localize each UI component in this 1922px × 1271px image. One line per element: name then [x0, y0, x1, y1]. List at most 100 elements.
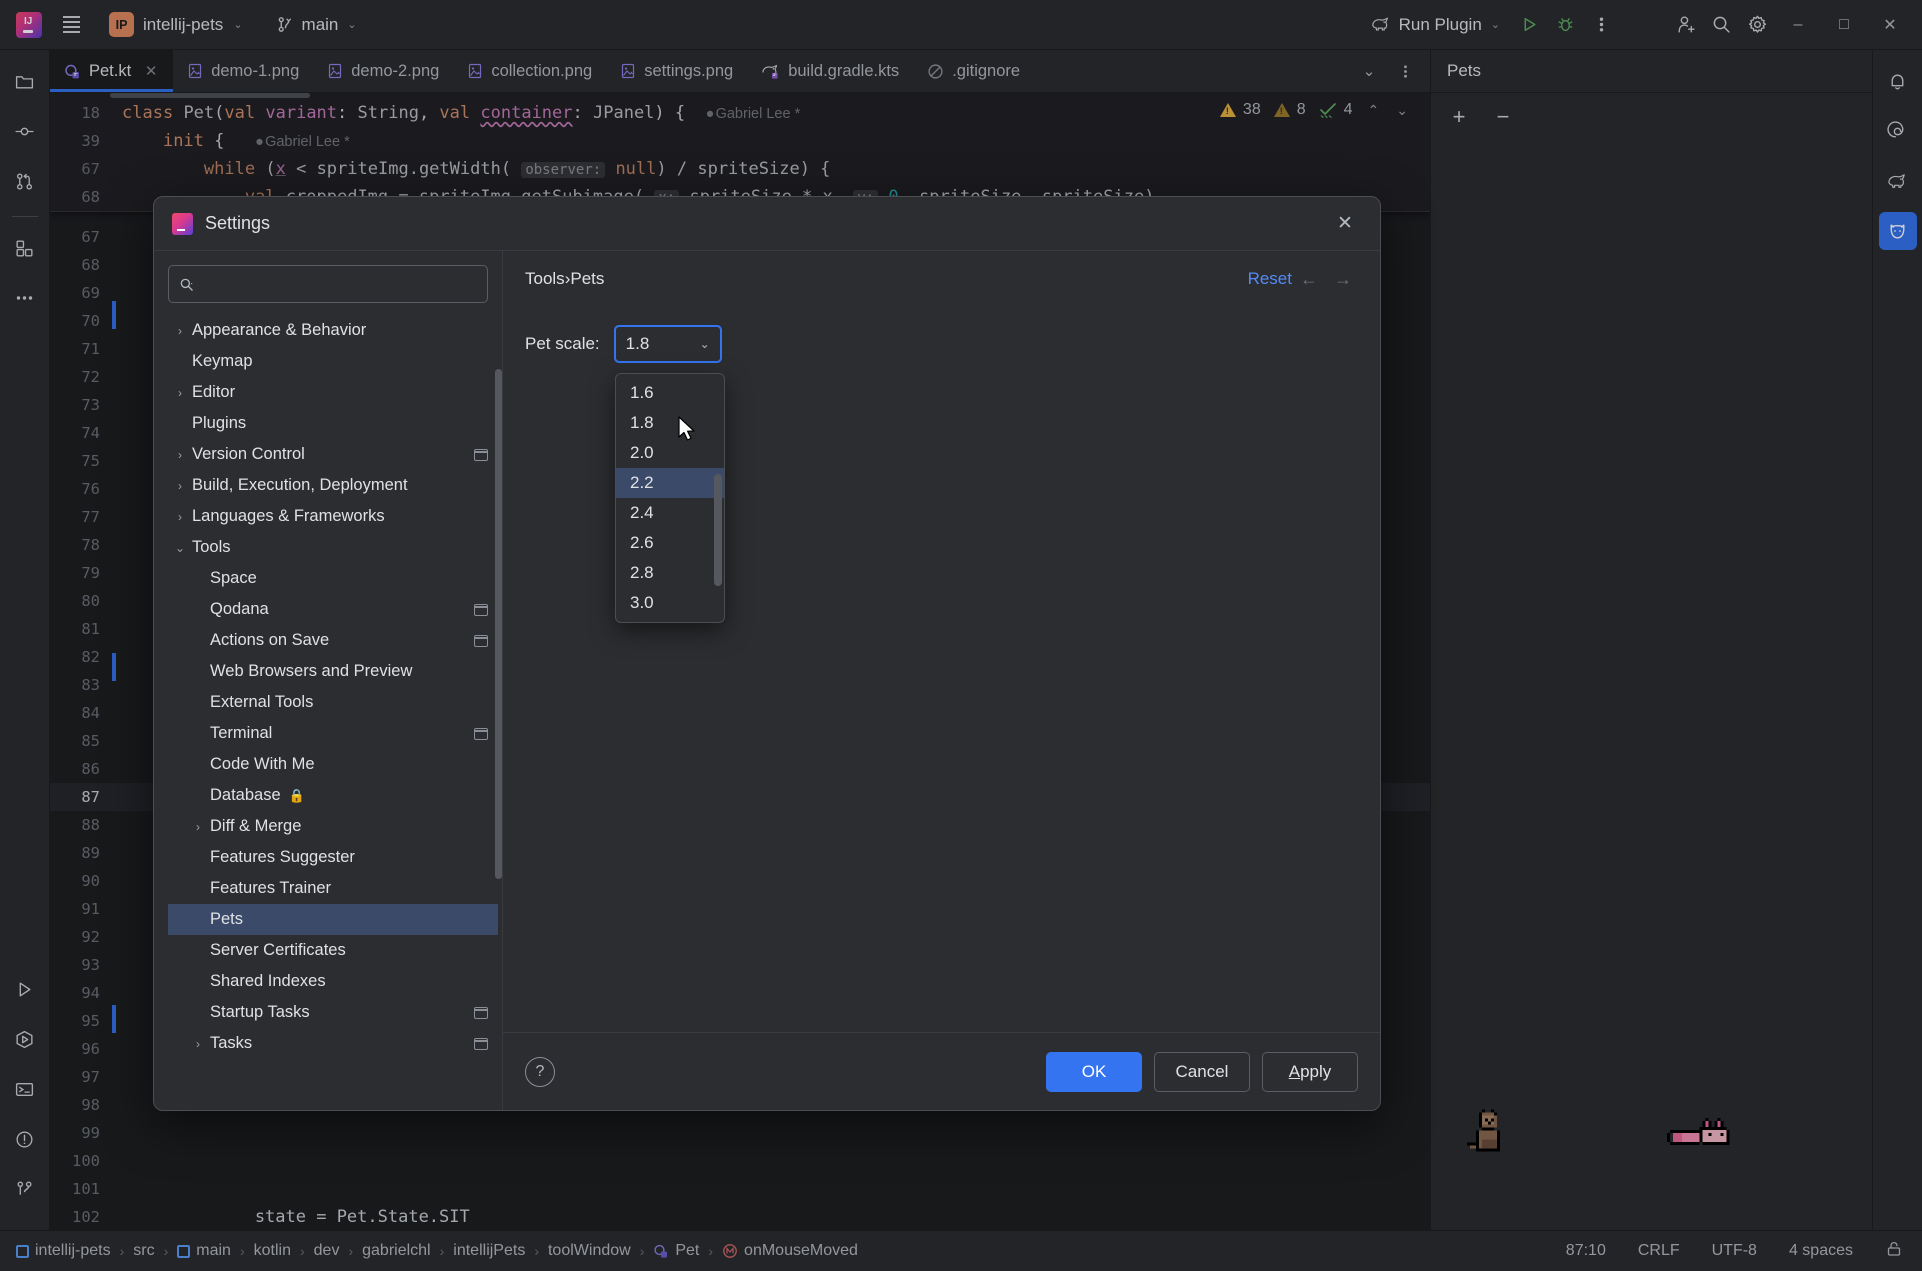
pet-scale-option-2-2[interactable]: 2.2	[616, 468, 724, 498]
settings-tree-item-qodana[interactable]: Qodana	[168, 594, 498, 625]
close-icon[interactable]: ✕	[1328, 207, 1362, 241]
chevron-right-icon: ›	[178, 385, 182, 400]
project-level-setting-icon	[474, 1037, 488, 1050]
pet-scale-label: Pet scale:	[525, 334, 600, 353]
search-input[interactable]	[202, 275, 477, 293]
settings-tree-item-actions-on-save[interactable]: Actions on Save	[168, 625, 498, 656]
settings-tree-item-label: Code With Me	[210, 755, 315, 773]
settings-tree-item-pets[interactable]: Pets	[168, 904, 498, 935]
project-level-setting-icon	[474, 448, 488, 461]
breadcrumb-current: Pets	[570, 269, 605, 288]
search-icon	[180, 278, 193, 291]
settings-dialog: Settings ✕ › Appearance & Behavior Keymap ›…	[153, 196, 1381, 1111]
settings-tree-item-code-with-me[interactable]: Code With Me	[168, 749, 498, 780]
settings-tree-item-label: Startup Tasks	[210, 1003, 310, 1021]
settings-tree-item-label: Terminal	[210, 724, 273, 742]
dialog-title-bar: Settings ✕	[154, 197, 1380, 251]
dialog-body: › Appearance & Behavior Keymap › Editor Plugi…	[154, 251, 1380, 1110]
help-button[interactable]: ?	[525, 1056, 555, 1087]
settings-tree-item-label: Shared Indexes	[210, 972, 326, 990]
settings-tree-item-diff-merge[interactable]: › Diff & Merge	[168, 811, 498, 842]
chevron-right-icon: ›	[196, 1036, 200, 1051]
settings-tree-item-features-suggester[interactable]: Features Suggester	[168, 842, 498, 873]
dropdown-scrollbar[interactable]	[714, 474, 722, 586]
dialog-title: Settings	[205, 213, 271, 233]
settings-tree-item-database[interactable]: Database 🔒	[168, 780, 498, 811]
settings-tree-item-label: Web Browsers and Preview	[210, 662, 413, 680]
settings-tree-item-version-control[interactable]: › Version Control	[168, 439, 498, 470]
settings-tree-item-build-execution-deployment[interactable]: › Build, Execution, Deployment	[168, 470, 498, 501]
tree-scrollbar[interactable]	[495, 369, 502, 879]
settings-tree-item-editor[interactable]: › Editor	[168, 377, 498, 408]
pet-scale-option-2-4[interactable]: 2.4	[616, 498, 724, 528]
apply-label-first-letter: A	[1288, 1061, 1301, 1081]
settings-tree-item-plugins[interactable]: Plugins	[168, 408, 498, 439]
chevron-right-icon: ›	[178, 478, 182, 493]
chevron-right-icon: ›	[178, 323, 182, 338]
chevron-down-icon: ⌄	[699, 337, 710, 351]
pet-scale-dropdown[interactable]: 1.6 1.8 2.0 2.2 2.4 2.6 2.8 3.0	[615, 373, 725, 623]
settings-tree[interactable]: › Appearance & Behavior Keymap › Editor Plugi…	[168, 315, 502, 1110]
settings-tree-item-external-tools[interactable]: External Tools	[168, 687, 498, 718]
reset-link[interactable]: Reset	[1248, 269, 1292, 289]
settings-tree-item-label: Version Control	[192, 445, 305, 463]
settings-tree-item-label: Pets	[210, 910, 244, 928]
project-level-setting-icon	[474, 634, 488, 647]
settings-tree-item-terminal[interactable]: Terminal	[168, 718, 498, 749]
chevron-right-icon: ›	[178, 509, 182, 524]
dialog-footer: ? OK Cancel Apply	[503, 1032, 1380, 1110]
ok-button[interactable]: OK	[1046, 1051, 1142, 1092]
settings-tree-panel: › Appearance & Behavior Keymap › Editor Plugi…	[154, 251, 502, 1110]
settings-tree-item-label: Server Certificates	[210, 941, 346, 959]
settings-tree-item-label: External Tools	[210, 693, 314, 711]
pet-scale-option-2-6[interactable]: 2.6	[616, 528, 724, 558]
settings-tree-item-server-certificates[interactable]: Server Certificates	[168, 935, 498, 966]
settings-tree-item-label: Actions on Save	[210, 631, 330, 649]
settings-tree-item-keymap[interactable]: Keymap	[168, 346, 498, 377]
apply-label-rest: pply	[1300, 1061, 1332, 1081]
pet-scale-option-1-8[interactable]: 1.8	[616, 408, 724, 438]
chevron-right-icon: ›	[178, 447, 182, 462]
nav-forward-button[interactable]: →	[1326, 269, 1360, 290]
settings-detail-panel: Tools › Pets Reset ← → Pet scale: 1.8 ⌄	[502, 251, 1380, 1110]
intellij-logo-icon	[172, 212, 193, 235]
settings-tree-item-features-trainer[interactable]: Features Trainer	[168, 873, 498, 904]
settings-tree-item-web-browsers-and-preview[interactable]: Web Browsers and Preview	[168, 656, 498, 687]
apply-button[interactable]: Apply	[1262, 1051, 1358, 1092]
settings-tree-item-label: Features Trainer	[210, 879, 332, 897]
settings-tree-item-label: Tools	[192, 538, 231, 556]
settings-tree-item-label: Tasks	[210, 1034, 253, 1052]
settings-tree-item-label: Editor	[192, 383, 236, 401]
pet-scale-option-3-0[interactable]: 3.0	[616, 588, 724, 618]
settings-tree-item-appearance-behavior[interactable]: › Appearance & Behavior	[168, 315, 498, 346]
project-level-setting-icon	[474, 727, 488, 740]
settings-tree-item-label: Features Suggester	[210, 848, 355, 866]
settings-content: Pet scale: 1.8 ⌄ 1.6 1.8 2.0 2.2 2.4 2.6 2.8 3.…	[503, 307, 1380, 1032]
settings-breadcrumb-bar: Tools › Pets Reset ← →	[503, 251, 1380, 307]
settings-tree-item-label: Plugins	[192, 414, 247, 432]
pet-scale-option-2-8[interactable]: 2.8	[616, 558, 724, 588]
pet-scale-combobox[interactable]: 1.8 ⌄	[613, 325, 722, 363]
breadcrumb-parent[interactable]: Tools	[525, 269, 565, 289]
cancel-button[interactable]: Cancel	[1154, 1051, 1250, 1092]
settings-tree-item-startup-tasks[interactable]: Startup Tasks	[168, 997, 498, 1028]
settings-tree-item-label: Database 🔒	[210, 786, 305, 804]
settings-tree-item-shared-indexes[interactable]: Shared Indexes	[168, 966, 498, 997]
settings-search-box[interactable]	[168, 265, 488, 303]
settings-tree-item-tools[interactable]: ⌄ Tools	[168, 532, 498, 563]
settings-tree-item-tasks[interactable]: › Tasks	[168, 1028, 498, 1059]
settings-tree-item-label: Qodana	[210, 600, 269, 618]
intellij-idea-window: IJ IP intellij-pets ⌄ main ⌄ Run Plugin …	[0, 0, 1922, 1271]
settings-tree-item-label: Languages & Frameworks	[192, 507, 385, 525]
nav-back-button[interactable]: ←	[1292, 269, 1326, 290]
pet-scale-option-1-6[interactable]: 1.6	[616, 378, 724, 408]
chevron-down-icon: ⌄	[174, 540, 186, 555]
project-level-setting-icon	[474, 603, 488, 616]
settings-tree-item-label: Build, Execution, Deployment	[192, 476, 408, 494]
pet-scale-option-2-0[interactable]: 2.0	[616, 438, 724, 468]
settings-tree-item-languages-frameworks[interactable]: › Languages & Frameworks	[168, 501, 498, 532]
settings-tree-item-label: Keymap	[192, 352, 253, 370]
settings-tree-item-space[interactable]: Space	[168, 563, 498, 594]
pet-scale-value: 1.8	[625, 334, 650, 353]
project-level-setting-icon	[474, 1006, 488, 1019]
